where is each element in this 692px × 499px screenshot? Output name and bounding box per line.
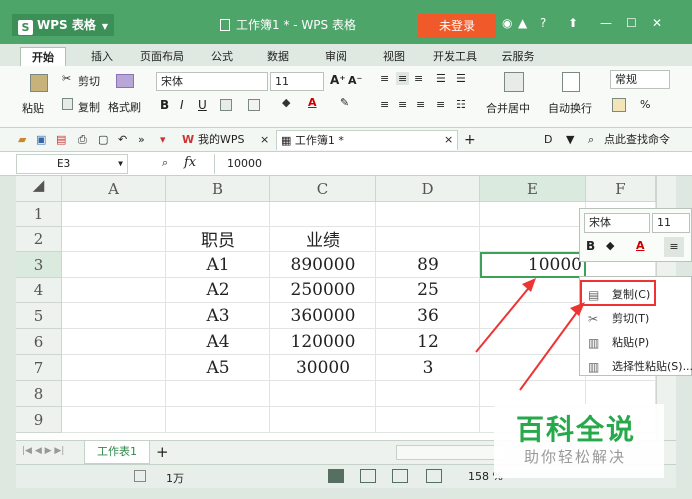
arrowhead-copy bbox=[570, 302, 585, 316]
watermark: 百科全说 助你轻松解决 bbox=[494, 404, 664, 478]
watermark-subtitle: 助你轻松解决 bbox=[524, 448, 627, 466]
arrow-to-copy bbox=[519, 307, 581, 391]
arrow-to-cell bbox=[475, 283, 533, 353]
watermark-title: 百科全说 bbox=[516, 413, 637, 446]
arrowhead-cell bbox=[522, 278, 536, 292]
